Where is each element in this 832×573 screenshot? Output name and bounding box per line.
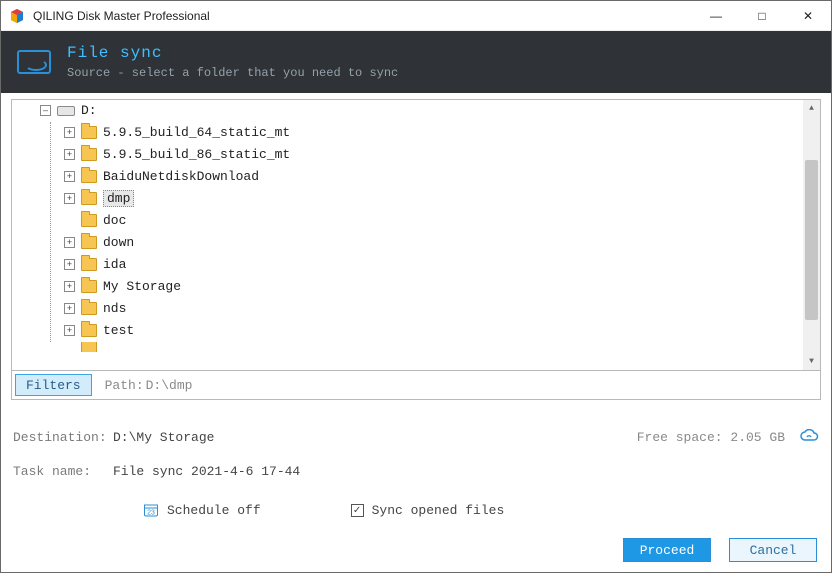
tree-node[interactable]: + My Storage: [64, 276, 816, 298]
cancel-button[interactable]: Cancel: [729, 538, 817, 562]
tree-node[interactable]: doc: [64, 210, 816, 232]
tree-node[interactable]: [64, 342, 816, 352]
app-title: QILING Disk Master Professional: [33, 9, 210, 23]
expand-icon[interactable]: +: [64, 281, 75, 292]
folder-tree-panel: – D: +5.9.5_build_64_static_mt+5.9.5_bui…: [11, 99, 821, 371]
tree-node[interactable]: + down: [64, 232, 816, 254]
file-sync-icon: [17, 50, 51, 74]
folder-icon: [81, 342, 97, 352]
scrollbar-thumb[interactable]: [805, 160, 818, 320]
header-subtitle: Source - select a folder that you need t…: [67, 66, 398, 80]
collapse-icon[interactable]: –: [40, 105, 51, 116]
folder-icon: [81, 236, 97, 249]
tree-node-label: test: [103, 323, 134, 338]
expand-icon[interactable]: +: [64, 171, 75, 182]
expand-icon[interactable]: +: [64, 259, 75, 270]
tree-node-label: down: [103, 235, 134, 250]
schedule-option[interactable]: 23 Schedule off: [143, 502, 261, 518]
task-name-label: Task name:: [13, 464, 113, 479]
folder-icon: [81, 258, 97, 271]
folder-tree[interactable]: – D: +5.9.5_build_64_static_mt+5.9.5_bui…: [12, 100, 820, 356]
close-button[interactable]: ✕: [785, 1, 831, 31]
tree-node-label: nds: [103, 301, 126, 316]
free-space-value: 2.05 GB: [730, 430, 785, 445]
sync-opened-option[interactable]: ✓ Sync opened files: [351, 503, 505, 518]
folder-icon: [81, 324, 97, 337]
tree-node[interactable]: + dmp: [64, 188, 816, 210]
expand-icon[interactable]: +: [64, 325, 75, 336]
calendar-icon: 23: [143, 502, 159, 518]
expand-icon[interactable]: +: [64, 149, 75, 160]
folder-icon: [81, 302, 97, 315]
folder-icon: [81, 192, 97, 205]
tree-node-drive[interactable]: – D:: [40, 100, 816, 122]
expand-icon[interactable]: +: [64, 127, 75, 138]
destination-value[interactable]: D:\My Storage: [113, 430, 214, 445]
minimize-button[interactable]: —: [693, 1, 739, 31]
tree-node-label: BaiduNetdiskDownload: [103, 169, 259, 184]
titlebar: QILING Disk Master Professional — □ ✕: [1, 1, 831, 31]
scroll-up-icon[interactable]: ▲: [803, 100, 820, 117]
tree-node-label: 5.9.5_build_86_static_mt: [103, 147, 290, 162]
drive-icon: [57, 106, 75, 116]
free-space-label: Free space:: [637, 430, 723, 445]
options-row: 23 Schedule off ✓ Sync opened files: [13, 488, 819, 528]
folder-icon: [81, 170, 97, 183]
tree-node-label: My Storage: [103, 279, 181, 294]
tree-node-label: ida: [103, 257, 126, 272]
sync-opened-label: Sync opened files: [372, 503, 505, 518]
tree-node-label: doc: [103, 213, 126, 228]
folder-icon: [81, 214, 97, 227]
expand-icon[interactable]: +: [64, 237, 75, 248]
svg-text:23: 23: [147, 510, 155, 517]
expander-blank: [64, 342, 75, 352]
destination-row: Destination: D:\My Storage Free space: 2…: [13, 420, 819, 454]
path-label: Path:: [105, 378, 144, 393]
tree-node[interactable]: +5.9.5_build_64_static_mt: [64, 122, 816, 144]
path-value: D:\dmp: [146, 378, 193, 393]
maximize-button[interactable]: □: [739, 1, 785, 31]
header-band: File sync Source - select a folder that …: [1, 31, 831, 93]
tree-node-label: D:: [81, 103, 97, 118]
checkbox-icon[interactable]: ✓: [351, 504, 364, 517]
destination-label: Destination:: [13, 430, 113, 445]
footer: Proceed Cancel: [1, 528, 831, 572]
path-row: Filters Path: D:\dmp: [11, 371, 821, 400]
schedule-label: Schedule off: [167, 503, 261, 518]
cloud-icon[interactable]: [799, 427, 819, 448]
header-title: File sync: [67, 44, 398, 62]
tree-node[interactable]: + nds: [64, 298, 816, 320]
folder-icon: [81, 280, 97, 293]
expand-icon[interactable]: +: [64, 303, 75, 314]
expand-icon[interactable]: +: [64, 193, 75, 204]
form-area: Destination: D:\My Storage Free space: 2…: [1, 400, 831, 528]
folder-icon: [81, 126, 97, 139]
task-name-row: Task name: File sync 2021-4-6 17-44: [13, 454, 819, 488]
proceed-button[interactable]: Proceed: [623, 538, 711, 562]
tree-node[interactable]: + ida: [64, 254, 816, 276]
tree-scrollbar[interactable]: ▲ ▼: [803, 100, 820, 370]
expander-blank: [64, 215, 75, 226]
scroll-down-icon[interactable]: ▼: [803, 353, 820, 370]
task-name-value[interactable]: File sync 2021-4-6 17-44: [113, 464, 300, 479]
app-window: QILING Disk Master Professional — □ ✕ Fi…: [0, 0, 832, 573]
tree-node-label: 5.9.5_build_64_static_mt: [103, 125, 290, 140]
app-icon: [9, 8, 25, 24]
tree-node[interactable]: + BaiduNetdiskDownload: [64, 166, 816, 188]
tree-node[interactable]: + test: [64, 320, 816, 342]
tree-node[interactable]: +5.9.5_build_86_static_mt: [64, 144, 816, 166]
tree-node-label: dmp: [103, 190, 134, 207]
folder-icon: [81, 148, 97, 161]
filters-button[interactable]: Filters: [15, 374, 92, 396]
